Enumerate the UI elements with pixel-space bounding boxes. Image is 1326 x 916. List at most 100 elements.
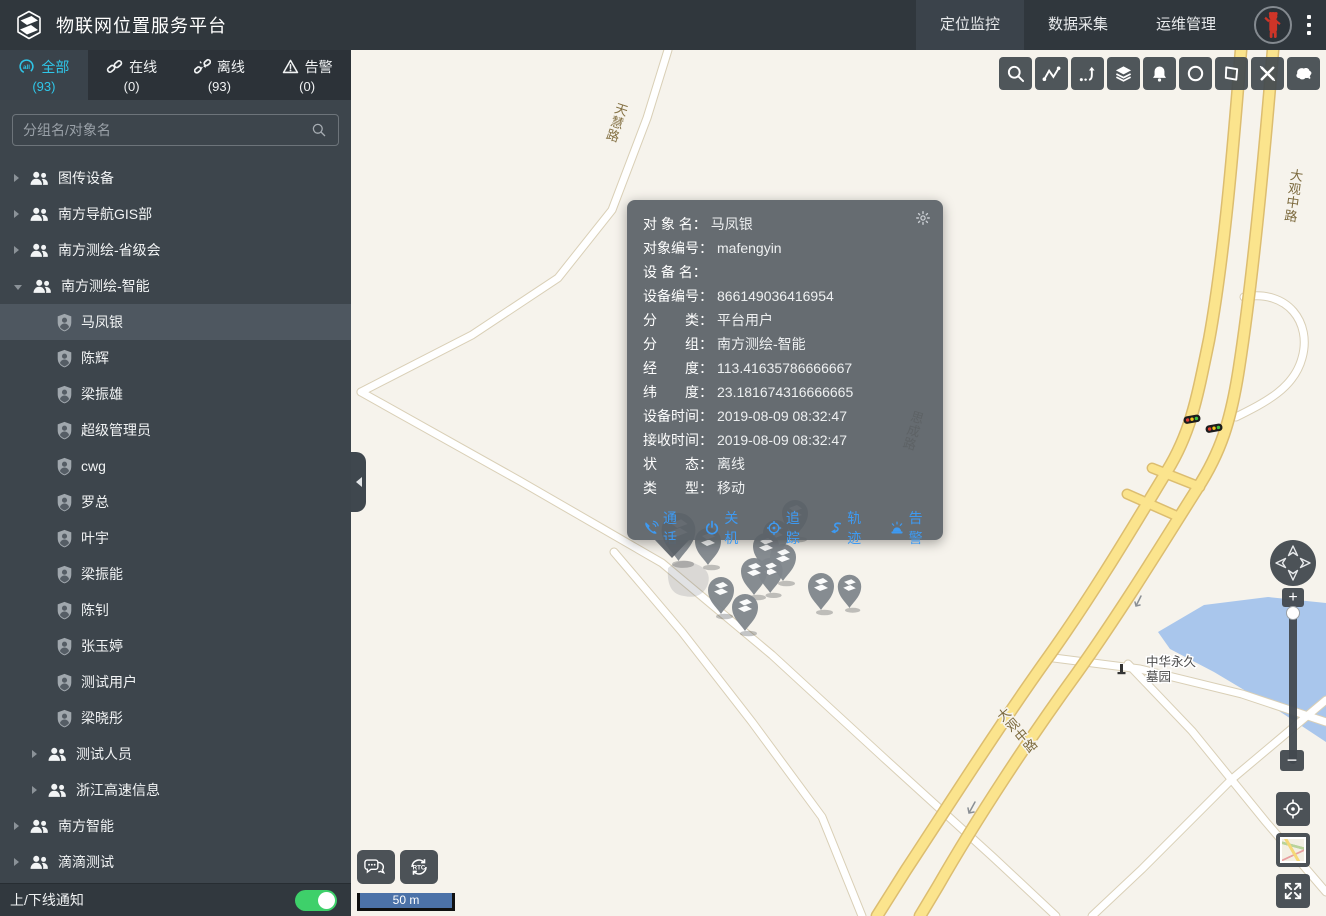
tree-group-图传设备[interactable]: 图传设备 xyxy=(0,160,351,196)
group-icon xyxy=(28,206,50,223)
user-shield-icon xyxy=(56,313,73,332)
minimap-thumbnail xyxy=(1280,837,1306,863)
caret-down-icon[interactable] xyxy=(14,285,22,290)
sidebar-collapse-handle[interactable] xyxy=(351,452,366,512)
tree-group-南方测绘-智能[interactable]: 南方测绘-智能 xyxy=(0,268,351,304)
tab-告警[interactable]: 告警(0) xyxy=(263,50,351,100)
layers-icon xyxy=(1114,64,1133,83)
locate-button[interactable] xyxy=(1276,792,1310,826)
top-nav-item-2[interactable]: 数据采集 xyxy=(1024,0,1132,50)
popup-field-value: 离线 xyxy=(717,452,745,476)
all-icon: all全部 xyxy=(18,57,69,77)
chat-button[interactable] xyxy=(357,850,395,884)
map-pin-marker[interactable] xyxy=(806,570,836,616)
tree-label: 滴滴测试 xyxy=(58,852,114,872)
bear-avatar-icon xyxy=(1260,10,1286,40)
tree-label: 梁振雄 xyxy=(81,384,123,404)
minimap-button[interactable] xyxy=(1276,833,1310,867)
tree-user-马凤银[interactable]: 马凤银 xyxy=(0,304,351,340)
tree-group-南方导航GIS部[interactable]: 南方导航GIS部 xyxy=(0,196,351,232)
caret-right-icon[interactable] xyxy=(14,822,19,830)
popup-field-label: 对 象 名： xyxy=(643,212,707,236)
popup-field-value: 866149036416954 xyxy=(717,284,834,308)
map-tool-circle[interactable] xyxy=(1179,57,1212,90)
popup-action-追踪[interactable]: 追踪 xyxy=(766,508,806,548)
zoom-in-button[interactable]: + xyxy=(1282,588,1304,607)
tree-user-超级管理员[interactable]: 超级管理员 xyxy=(0,412,351,448)
tree-label: 张玉婷 xyxy=(81,636,123,656)
tree-group-滴滴测试[interactable]: 滴滴测试 xyxy=(0,844,351,880)
zoom-slider-track[interactable] xyxy=(1289,607,1297,764)
tree-group-测试人员[interactable]: 测试人员 xyxy=(0,736,351,772)
app-root: 物联网位置服务平台 定位监控数据采集运维管理 xyxy=(0,0,1326,916)
map-tool-route[interactable] xyxy=(1071,57,1104,90)
popup-field-value: mafengyin xyxy=(717,236,782,260)
popup-action-关机[interactable]: 关机 xyxy=(704,508,744,548)
search-input[interactable] xyxy=(12,114,339,146)
tree-user-梁振能[interactable]: 梁振能 xyxy=(0,556,351,592)
caret-right-icon[interactable] xyxy=(32,750,37,758)
user-shield-icon xyxy=(56,601,73,620)
zoom-slider-handle[interactable] xyxy=(1286,606,1300,620)
tree-user-罗总[interactable]: 罗总 xyxy=(0,484,351,520)
tree-user-陈钊[interactable]: 陈钊 xyxy=(0,592,351,628)
map-tool-track[interactable] xyxy=(1035,57,1068,90)
popup-field-value: 平台用户 xyxy=(717,308,773,332)
more-menu-icon[interactable] xyxy=(1292,15,1326,35)
tree-user-叶宇[interactable]: 叶宇 xyxy=(0,520,351,556)
user-avatar[interactable] xyxy=(1254,6,1292,44)
tree-user-梁晓彤[interactable]: 梁晓彤 xyxy=(0,700,351,736)
popup-action-告警[interactable]: 告警 xyxy=(889,508,929,548)
zoom-out-button[interactable]: − xyxy=(1280,750,1304,771)
popup-action-label: 追踪 xyxy=(786,508,806,548)
map-tool-layers[interactable] xyxy=(1107,57,1140,90)
top-nav-item-3[interactable]: 运维管理 xyxy=(1132,0,1240,50)
map-pin-marker[interactable] xyxy=(730,591,760,637)
rtc-button[interactable]: RTC xyxy=(400,850,438,884)
caret-right-icon[interactable] xyxy=(14,210,19,218)
popup-field-label: 设备编号： xyxy=(643,284,713,308)
tree-group-南方智能[interactable]: 南方智能 xyxy=(0,808,351,844)
map-pin-marker[interactable] xyxy=(836,572,863,613)
caret-right-icon[interactable] xyxy=(14,174,19,182)
group-icon xyxy=(46,782,68,799)
caret-right-icon[interactable] xyxy=(14,246,19,254)
user-shield-icon xyxy=(56,709,73,728)
group-icon xyxy=(28,242,50,259)
tree-user-测试用户[interactable]: 测试用户 xyxy=(0,664,351,700)
tree-label: 马凤银 xyxy=(81,312,123,332)
tab-离线[interactable]: 离线(93) xyxy=(176,50,264,100)
popup-settings-icon[interactable] xyxy=(915,210,931,226)
object-info-popup: 对 象 名：马凤银对象编号：mafengyin设 备 名：设备编号：866149… xyxy=(627,200,943,540)
map-tool-alert[interactable] xyxy=(1143,57,1176,90)
tab-在线[interactable]: 在线(0) xyxy=(88,50,176,100)
user-shield-icon xyxy=(56,385,73,404)
popup-action-label: 轨迹 xyxy=(847,508,867,548)
tree-user-梁振雄[interactable]: 梁振雄 xyxy=(0,376,351,412)
caret-right-icon[interactable] xyxy=(14,858,19,866)
caret-right-icon[interactable] xyxy=(32,786,37,794)
tree-user-cwg[interactable]: cwg xyxy=(0,448,351,484)
compass-control[interactable] xyxy=(1270,540,1316,586)
tab-label: 离线 xyxy=(217,57,245,77)
group-icon xyxy=(28,170,50,187)
map-tool-search[interactable] xyxy=(999,57,1032,90)
map-tool-tools[interactable] xyxy=(1251,57,1284,90)
tab-全部[interactable]: all全部(93) xyxy=(0,50,88,100)
fullscreen-button[interactable] xyxy=(1276,874,1310,908)
map-tool-polygon[interactable] xyxy=(1215,57,1248,90)
tree-group-南方测绘-省级会[interactable]: 南方测绘-省级会 xyxy=(0,232,351,268)
target-icon xyxy=(766,520,782,536)
rtc-icon: RTC xyxy=(407,855,431,879)
tab-label: 全部 xyxy=(41,57,69,77)
tree-user-陈辉[interactable]: 陈辉 xyxy=(0,340,351,376)
tree-group-浙江高速信息[interactable]: 浙江高速信息 xyxy=(0,772,351,808)
online-notify-toggle[interactable] xyxy=(295,890,337,911)
top-nav-item-1[interactable]: 定位监控 xyxy=(916,0,1024,50)
app-header: 物联网位置服务平台 定位监控数据采集运维管理 xyxy=(0,0,1326,50)
map-tool-china[interactable] xyxy=(1287,57,1320,90)
tree-user-张玉婷[interactable]: 张玉婷 xyxy=(0,628,351,664)
popup-field-value: 马凤银 xyxy=(711,212,753,236)
popup-action-轨迹[interactable]: 轨迹 xyxy=(827,508,867,548)
phone-icon xyxy=(643,520,659,536)
